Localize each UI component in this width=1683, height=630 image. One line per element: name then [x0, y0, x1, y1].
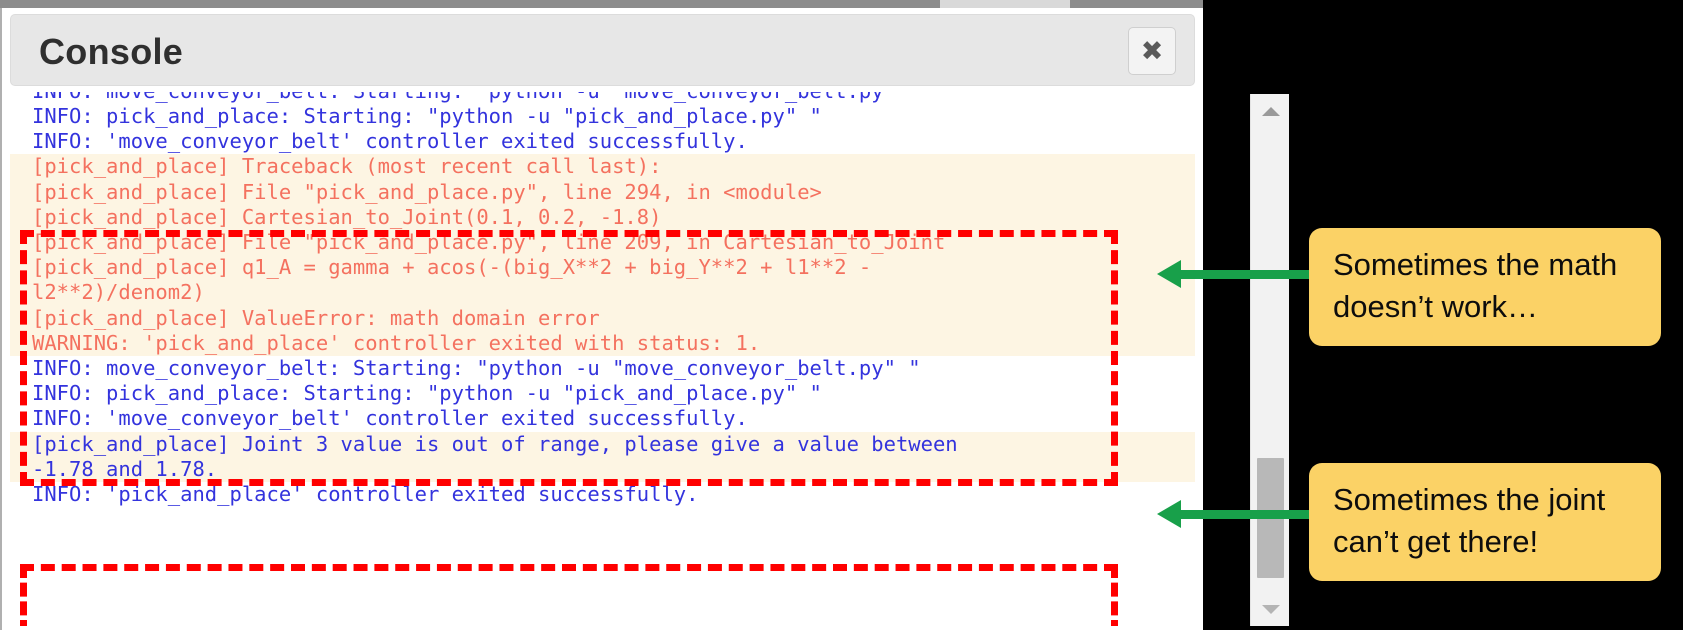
log-line: INFO: pick_and_place: Starting: "python …	[32, 104, 822, 128]
log-viewport: INFO: move_conveyor_belt: Starting: "pyt…	[10, 92, 1195, 626]
window-tab-stub	[940, 0, 1070, 8]
log-line-clipped: INFO: move_conveyor_belt: Starting: "pyt…	[10, 92, 1195, 104]
log-line: INFO: 'move_conveyor_belt' controller ex…	[32, 129, 748, 154]
console-title-bar: Console ✖	[10, 14, 1195, 86]
window-top-strip	[0, 0, 1203, 8]
log-group-before: INFO: pick_and_place: Starting: "python …	[10, 104, 1195, 154]
log-line: [pick_and_place] Joint 3 value is out of…	[32, 431, 958, 456]
log-line: INFO: move_conveyor_belt: Starting: "pyt…	[32, 356, 921, 381]
log-group-middle: INFO: move_conveyor_belt: Starting: "pyt…	[10, 356, 1195, 432]
log-line: l2**2)/denom2)	[32, 280, 205, 305]
log-group-traceback: [pick_and_place] Traceback (most recent …	[10, 154, 1195, 357]
callout-arrow-math	[1157, 260, 1310, 288]
log-line: [pick_and_place] q1_A = gamma + acos(-(b…	[32, 255, 872, 280]
close-button[interactable]: ✖	[1128, 27, 1176, 75]
vertical-scrollbar[interactable]	[1250, 94, 1289, 626]
log-line: WARNING: 'pick_and_place' controller exi…	[32, 330, 761, 355]
log-group-after: INFO: 'pick_and_place' controller exited…	[10, 482, 1195, 507]
log-line: [pick_and_place] ValueError: math domain…	[32, 305, 600, 330]
log-line: [pick_and_place] Cartesian_to_Joint(0.1,…	[32, 204, 662, 229]
close-icon: ✖	[1140, 35, 1164, 67]
page-title: Console	[39, 31, 184, 72]
log-line-text: INFO: move_conveyor_belt: Starting: "pyt…	[10, 92, 921, 104]
log-line: -1.78 and 1.78.	[32, 456, 218, 481]
scroll-up-arrow-icon[interactable]	[1251, 94, 1290, 128]
log-group-joint-range: [pick_and_place] Joint 3 value is out of…	[10, 431, 1195, 483]
log-line: [pick_and_place] File "pick_and_place.py…	[32, 230, 946, 255]
callout-joint: Sometimes the joint can’t get there!	[1309, 463, 1661, 581]
log-line: INFO: 'move_conveyor_belt' controller ex…	[32, 406, 748, 431]
console-log-area[interactable]: INFO: move_conveyor_belt: Starting: "pyt…	[10, 92, 1195, 626]
log-line: [pick_and_place] Traceback (most recent …	[32, 154, 662, 179]
screenshot-root: Console ✖ INFO: move_conveyor_belt: Star…	[0, 0, 1683, 630]
log-line: INFO: 'pick_and_place' controller exited…	[32, 482, 699, 507]
log-line: INFO: pick_and_place: Starting: "python …	[32, 381, 822, 406]
log-line: [pick_and_place] File "pick_and_place.py…	[32, 179, 822, 204]
callout-math: Sometimes the math doesn’t work…	[1309, 228, 1661, 346]
callout-arrow-joint	[1157, 500, 1310, 528]
scroll-down-arrow-icon[interactable]	[1251, 592, 1290, 626]
console-window: Console ✖ INFO: move_conveyor_belt: Star…	[0, 8, 1289, 630]
